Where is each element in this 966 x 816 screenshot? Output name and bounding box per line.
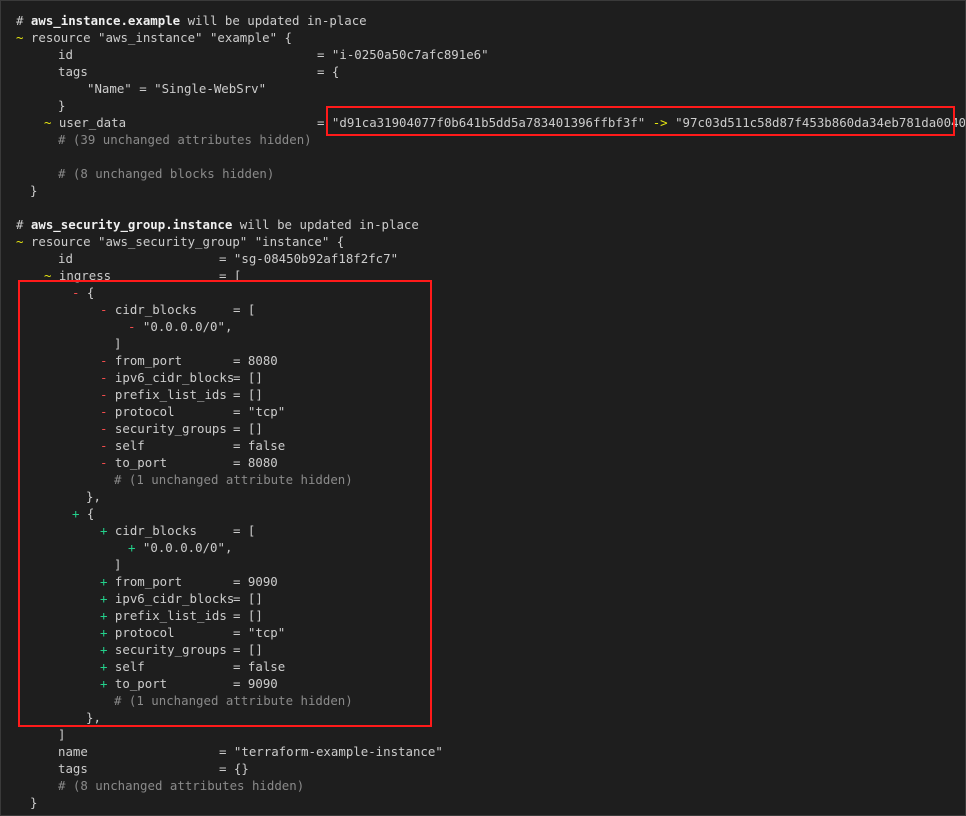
tag-name-entry: "Name" = "Single-WebSrv" [87, 81, 267, 96]
removed-rule-close: }, [86, 489, 101, 504]
resource-close-brace: } [30, 183, 38, 198]
sg-attr-ingress-value: = [ [219, 268, 242, 283]
attr-id-value: = "i-0250a50c7afc891e6" [317, 47, 489, 62]
added-cidr-entry: + "0.0.0.0/0", [128, 540, 233, 555]
removed-self-value: = false [233, 438, 286, 453]
added-from-port-value: = 9090 [233, 574, 278, 589]
removed-security-groups-value: = [] [233, 421, 263, 436]
terraform-plan-output: # aws_instance.example will be updated i… [1, 1, 965, 815]
removed-security-groups-name: - security_groups [100, 421, 227, 436]
resource-declaration-instance: ~ resource "aws_instance" "example" { [16, 30, 293, 45]
attr-tags-value: = { [317, 64, 340, 79]
removed-ipv6-value: = [] [233, 370, 263, 385]
added-rule-open: + { [72, 506, 95, 521]
ingress-change-highlight-box [18, 280, 432, 727]
attr-id-name: id [58, 47, 73, 62]
sg-attr-name-value: = "terraform-example-instance" [219, 744, 443, 759]
sg-attr-name-name: name [58, 744, 88, 759]
tags-close-brace: } [58, 98, 66, 113]
sg-unchanged-attributes-comment: # (8 unchanged attributes hidden) [58, 778, 305, 793]
removed-cidr-close: ] [114, 336, 122, 351]
removed-from-port-value: = 8080 [233, 353, 278, 368]
plan-header-instance: # aws_instance.example will be updated i… [16, 13, 367, 28]
added-prefix-list-value: = [] [233, 608, 263, 623]
resource-declaration-security-group: ~ resource "aws_security_group" "instanc… [16, 234, 345, 249]
added-prefix-list-name: + prefix_list_ids [100, 608, 227, 623]
added-unchanged-comment: # (1 unchanged attribute hidden) [114, 693, 353, 708]
removed-unchanged-comment: # (1 unchanged attribute hidden) [114, 472, 353, 487]
removed-prefix-list-name: - prefix_list_ids [100, 387, 227, 402]
sg-attr-id-value: = "sg-08450b92af18f2fc7" [219, 251, 399, 266]
added-to-port-value: = 9090 [233, 676, 278, 691]
ingress-close: ] [58, 727, 66, 742]
removed-cidr-entry: - "0.0.0.0/0", [128, 319, 233, 334]
removed-cidr-blocks-value: = [ [233, 302, 256, 317]
sg-attr-tags-name: tags [58, 761, 88, 776]
attr-tags-name: tags [58, 64, 88, 79]
removed-protocol-value: = "tcp" [233, 404, 286, 419]
added-self-value: = false [233, 659, 286, 674]
sg-attr-id-name: id [58, 251, 73, 266]
added-cidr-blocks-value: = [ [233, 523, 256, 538]
added-to-port-name: + to_port [100, 676, 168, 691]
plan-header-security-group: # aws_security_group.instance will be up… [16, 217, 419, 232]
unchanged-blocks-comment: # (8 unchanged blocks hidden) [58, 166, 275, 181]
added-protocol-value: = "tcp" [233, 625, 286, 640]
added-cidr-blocks-name: + cidr_blocks [100, 523, 197, 538]
added-security-groups-name: + security_groups [100, 642, 227, 657]
added-security-groups-value: = [] [233, 642, 263, 657]
added-from-port-name: + from_port [100, 574, 183, 589]
removed-prefix-list-value: = [] [233, 387, 263, 402]
added-protocol-name: + protocol [100, 625, 175, 640]
added-ipv6-name: + ipv6_cidr_blocks [100, 591, 235, 606]
added-self-name: + self [100, 659, 145, 674]
added-ipv6-value: = [] [233, 591, 263, 606]
attr-user-data-name: ~ user_data [44, 115, 127, 130]
added-cidr-close: ] [114, 557, 122, 572]
removed-cidr-blocks-name: - cidr_blocks [100, 302, 197, 317]
unchanged-attributes-comment: # (39 unchanged attributes hidden) [58, 132, 312, 147]
sg-attr-ingress-name: ~ ingress [44, 268, 112, 283]
removed-protocol-name: - protocol [100, 404, 175, 419]
terminal-window: # aws_instance.example will be updated i… [0, 0, 966, 816]
removed-ipv6-name: - ipv6_cidr_blocks [100, 370, 235, 385]
removed-from-port-name: - from_port [100, 353, 183, 368]
removed-to-port-name: - to_port [100, 455, 168, 470]
removed-rule-open: - { [72, 285, 95, 300]
sg-resource-close-brace: } [30, 795, 38, 810]
attr-user-data-value: = "d91ca31904077f0b641b5dd5a783401396ffb… [317, 115, 966, 130]
added-rule-close: }, [86, 710, 101, 725]
removed-self-name: - self [100, 438, 145, 453]
removed-to-port-value: = 8080 [233, 455, 278, 470]
sg-attr-tags-value: = {} [219, 761, 249, 776]
